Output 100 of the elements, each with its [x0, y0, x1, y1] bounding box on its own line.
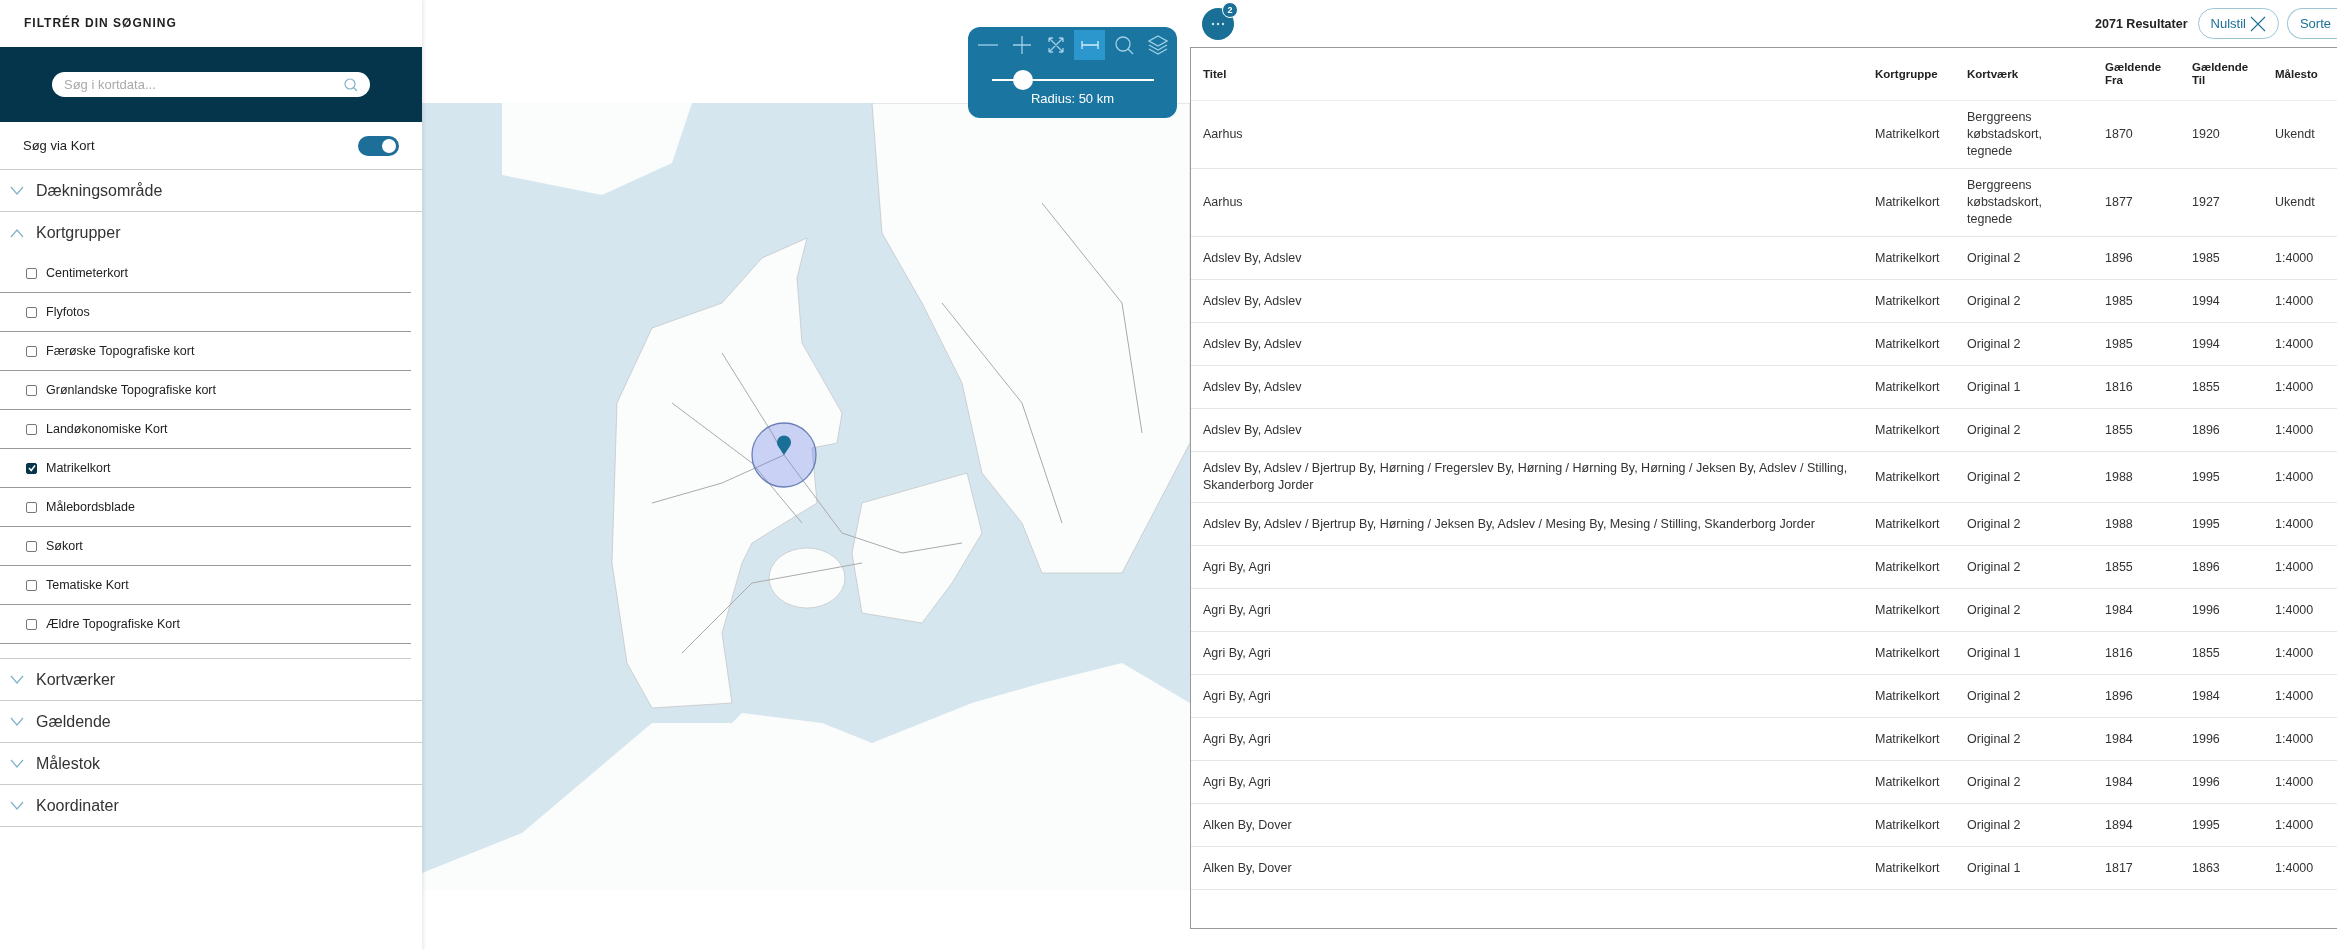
table-cell: 1:4000 [2275, 249, 2314, 267]
table-cell: Matrikelkort [1875, 644, 1940, 662]
checkbox[interactable] [26, 579, 37, 591]
table-cell: 1988 [2105, 515, 2133, 533]
filter-section-header[interactable]: Gældende [0, 701, 422, 743]
checkbox[interactable] [26, 345, 37, 357]
table-cell: Agri By, Agri [1203, 687, 1271, 705]
table-cell: Matrikelkort [1875, 249, 1940, 267]
sort-button[interactable]: Sorte [2286, 8, 2337, 39]
table-cell: Matrikelkort [1875, 816, 1940, 834]
table-cell: 1996 [2192, 601, 2220, 619]
table-cell: 1817 [2105, 859, 2133, 877]
chevron-down-icon [10, 758, 24, 769]
checkbox[interactable] [26, 384, 37, 396]
table-cell: Agri By, Agri [1203, 601, 1271, 619]
table-cell: Original 2 [1967, 468, 2021, 486]
table-cell: 1896 [2192, 421, 2220, 439]
filter-section-header[interactable]: Koordinater [0, 785, 422, 827]
table-cell: Alken By, Dover [1203, 859, 1292, 877]
slider-thumb[interactable] [1012, 70, 1033, 90]
filter-section-header[interactable]: Kortværker [0, 659, 422, 701]
table-cell-text: Berggreens købstadskort, tegnede [1967, 177, 2044, 228]
table-cell: Matrikelkort [1875, 335, 1940, 353]
table-cell: Original 2 [1967, 730, 2021, 748]
checkbox[interactable] [26, 501, 37, 513]
table-cell: Original 2 [1967, 816, 2021, 834]
column-header[interactable]: Gældende Til [2192, 61, 2247, 87]
close-icon [2249, 15, 2266, 32]
table-cell: Original 2 [1967, 249, 2021, 267]
filter-section-header[interactable]: Målestok [0, 743, 422, 785]
filter-section-header[interactable]: Kortgrupper [0, 212, 422, 254]
table-cell: 1995 [2192, 816, 2220, 834]
filter-menu-button[interactable] [1202, 7, 1234, 40]
table-cell: 1877 [2105, 194, 2133, 211]
checkbox[interactable] [26, 267, 37, 279]
checkbox[interactable] [26, 540, 37, 552]
table-cell: Original 2 [1967, 601, 2021, 619]
table-cell: 1894 [2105, 816, 2133, 834]
table-cell: Matrikelkort [1875, 378, 1940, 396]
chevron-down-icon [10, 800, 24, 811]
table-cell: Adslev By, Adslev [1203, 335, 1302, 353]
map-pin-icon [777, 435, 791, 455]
table-cell: 1985 [2105, 292, 2133, 310]
table-cell: Original 1 [1967, 378, 2021, 396]
reset-button[interactable]: Nulstil [2197, 8, 2279, 39]
table-cell: Original 2 [1967, 421, 2021, 439]
checkbox[interactable] [26, 423, 37, 435]
table-cell: 1:4000 [2275, 601, 2314, 619]
table-cell: Original 2 [1967, 687, 2021, 705]
table-cell: 1984 [2105, 601, 2133, 619]
table-cell: 1863 [2192, 859, 2220, 877]
column-header[interactable]: Titel [1203, 67, 1227, 81]
checkbox[interactable] [26, 462, 37, 474]
table-cell: Original 2 [1967, 292, 2021, 310]
map-search-toggle[interactable] [358, 135, 399, 156]
table-cell: 1984 [2105, 773, 2133, 791]
table-cell: Original 2 [1967, 515, 2021, 533]
column-header[interactable]: Kortværk [1967, 67, 2019, 81]
table-cell: 1816 [2105, 378, 2133, 396]
table-cell: 1:4000 [2275, 292, 2314, 310]
table-cell: 1:4000 [2275, 515, 2314, 533]
table-cell: 1:4000 [2275, 378, 2314, 396]
table-cell: 1995 [2192, 515, 2220, 533]
checkbox-label: Centimeterkort [46, 266, 128, 280]
table-cell: 1:4000 [2275, 335, 2314, 353]
search-field[interactable]: Søg i kortdata... [52, 72, 370, 97]
table-cell: Matrikelkort [1875, 601, 1940, 619]
table-cell: Original 2 [1967, 773, 2021, 791]
table-cell-text: Berggreens købstadskort, tegnede [1967, 109, 2044, 160]
table-cell: Original 1 [1967, 644, 2021, 662]
table-cell: Alken By, Dover [1203, 816, 1292, 834]
checkbox-label: Færøske Topografiske kort [46, 344, 195, 358]
checkbox[interactable] [26, 306, 37, 318]
table-cell: 1994 [2192, 335, 2220, 353]
chevron-down-icon [10, 716, 24, 727]
result-count: 2071 Resultater [2095, 16, 2188, 31]
table-cell: Original 1 [1967, 859, 2021, 877]
panel-title: FILTRÉR DIN SØGNING [23, 14, 178, 32]
table-cell: Adslev By, Adslev [1203, 249, 1302, 267]
table-cell: 1:4000 [2275, 730, 2314, 748]
table-cell: 1896 [2105, 687, 2133, 705]
table-cell: Matrikelkort [1875, 773, 1940, 791]
table-cell: Aarhus [1203, 126, 1243, 143]
table-cell: Aarhus [1203, 194, 1243, 211]
table-cell: Matrikelkort [1875, 126, 1940, 143]
search-icon [1113, 35, 1134, 55]
table-cell: Ukendt [2275, 126, 2315, 143]
chevron-up-icon [10, 228, 24, 238]
checkbox-label: Matrikelkort [46, 461, 111, 475]
column-header[interactable]: Kortgruppe [1875, 67, 1938, 81]
table-cell: 1:4000 [2275, 558, 2314, 576]
column-header[interactable]: Målesto [2275, 67, 2318, 81]
table-cell: 1855 [2105, 421, 2133, 439]
checkbox-label: Landøkonomiske Kort [46, 422, 168, 436]
column-header[interactable]: Gældende Fra [2105, 61, 2160, 87]
table-cell: Adslev By, Adslev [1203, 292, 1302, 310]
filter-section-header[interactable]: Dækningsområde [0, 170, 422, 212]
table-cell: 1855 [2192, 378, 2220, 396]
checkbox[interactable] [26, 618, 37, 630]
checkbox-label: Grønlandske Topografiske kort [46, 383, 216, 397]
